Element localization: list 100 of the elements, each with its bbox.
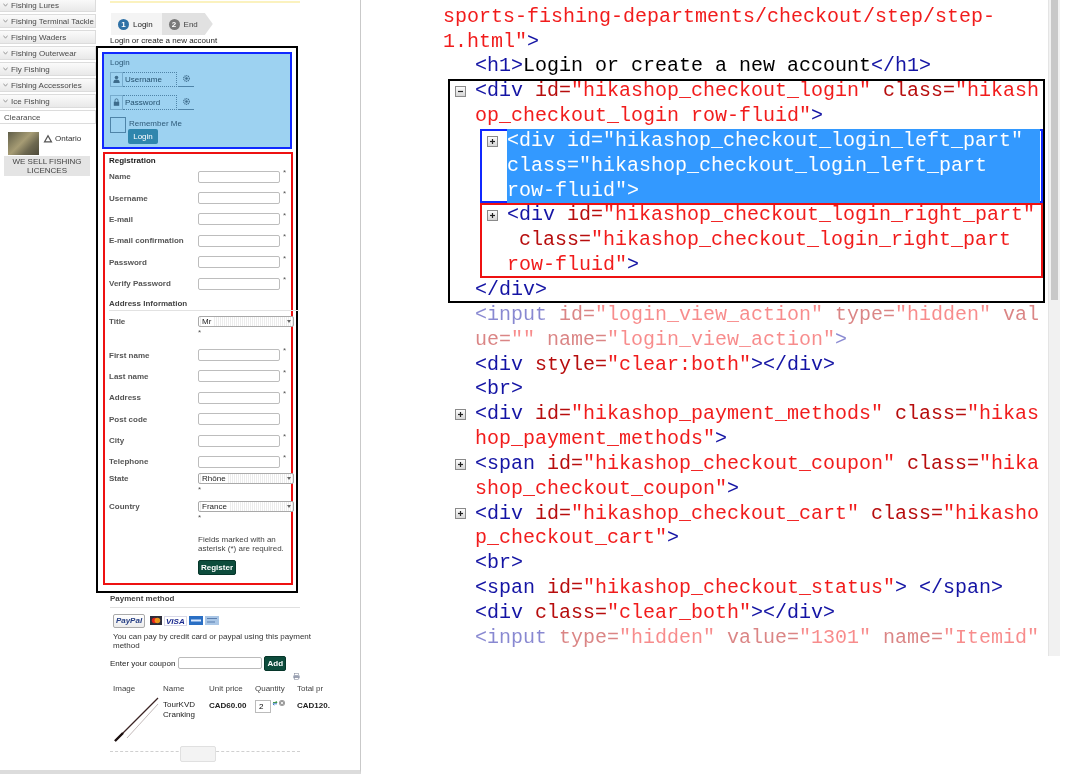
required-mark: * [283,368,287,377]
required-mark: * [283,190,287,199]
text-field[interactable] [198,349,280,362]
category-item[interactable]: Ice Fishing [0,94,96,108]
chevron-down-icon [3,3,8,7]
code-text[interactable]: </div> [475,277,547,303]
column-header: Unit price [209,683,243,694]
code-text[interactable]: <span id="hikashop_checkout_coupon" class="hika shop_checkout_coupon"> [475,451,1040,502]
refresh-icon[interactable] [272,699,278,706]
code-text[interactable]: <div style="clear:both"></div> [475,352,836,378]
step-number: 1 [118,18,129,30]
code-text[interactable]: <br> [475,377,523,403]
chevron-down-icon [3,51,8,55]
step-tab[interactable]: 1 Login [111,13,162,35]
required-mark: * [198,513,202,522]
text-field[interactable] [198,456,280,468]
gear-icon [182,74,190,82]
expand-icon[interactable] [455,508,466,520]
username-field[interactable]: Username [123,72,177,87]
register-button[interactable]: Register [198,559,236,575]
required-mark: * [283,432,287,441]
chevron-down-icon [3,19,8,23]
category-item[interactable]: Fishing Waders [0,30,96,44]
code-text[interactable]: <div id="hikashop_checkout_login_right_part" class="hikashop_checkout_login_right_part row-fluid"> [507,203,1036,278]
card-icon [150,616,162,626]
step-tab[interactable]: 2 End [161,13,213,35]
expand-icon[interactable] [455,409,466,421]
required-mark: * [283,347,287,356]
select-field[interactable]: France [198,500,294,512]
column-header: Quantity [255,683,285,694]
page-heading: Login or create a new account [110,36,218,46]
unit-price: CAD60.00 [209,700,247,710]
visa-card: VISA [164,615,187,626]
category-item[interactable]: Fly Fishing [0,62,96,76]
text-field[interactable] [198,256,280,269]
section-title: Address Information [109,299,299,312]
print-icon[interactable] [293,672,300,680]
field-label: First name [109,350,150,360]
logo-text: Ontario [55,134,82,143]
faded-button[interactable] [180,745,216,762]
chevron-down-icon [3,83,8,87]
password-field[interactable]: Password [123,95,177,110]
field-label: City [109,436,125,446]
text-field[interactable] [198,277,280,290]
code-text[interactable]: sports-fishing-departments/checkout/step/step- 1.html"> [443,4,996,55]
text-field[interactable] [198,391,280,404]
quantity-field[interactable]: 2 [255,699,271,713]
required-mark: * [198,329,202,338]
scrollbar-thumb[interactable] [1051,0,1058,300]
expand-icon[interactable] [455,458,466,470]
text-field[interactable] [198,170,280,183]
category-item[interactable]: Fishing Outerwear [0,46,96,60]
category-item[interactable]: Clearance [0,110,96,124]
login-button[interactable]: Login [128,129,158,144]
code-text[interactable]: <div id="hikashop_checkout_cart" class="hikasho p_checkout_cart"> [475,501,1040,552]
category-item[interactable]: Fishing Accessories [0,78,96,92]
coupon-field[interactable] [178,657,263,670]
code-text[interactable]: <div class="clear_both"></div> [475,600,836,626]
photo-placeholder [8,132,39,155]
remember-checkbox[interactable] [110,117,126,133]
text-field[interactable] [198,434,280,447]
field-label: Username [109,193,148,203]
code-text[interactable]: <h1>Login or create a new account</h1> [475,54,932,80]
text-field[interactable] [198,234,280,247]
required-mark: * [283,254,287,263]
required-mark: * [283,390,287,399]
add-button[interactable]: Add [264,655,287,671]
total-price: CAD120. [297,700,330,710]
field-label: E-mail [109,214,133,224]
expand-icon[interactable] [487,135,498,147]
code-text[interactable]: <div id="hikashop_payment_methods" class="hikas hop_payment_methods"> [475,402,1040,452]
field-label: Name [109,172,131,182]
field-label: Telephone [109,457,149,467]
chevron-down-icon [3,35,8,39]
text-field[interactable] [198,370,280,383]
code-text[interactable]: <br> [475,551,523,577]
chevron-down-icon [3,99,8,103]
code-text[interactable]: <span id="hikashop_checkout_status"> </span> [475,576,1004,601]
field-label: E-mail confirmation [109,236,184,246]
select-field[interactable]: Mr [198,316,294,328]
select-field[interactable]: Rhône [198,472,294,484]
field-label: Title [109,317,126,327]
collapse-icon[interactable] [455,86,466,98]
code-text[interactable]: <div id="hikashop_checkout_login" class="hikash op_checkout_login row-fluid"> [475,79,1040,129]
paypal-button[interactable]: PayPal [113,613,145,628]
text-field[interactable] [198,192,280,205]
text-field[interactable] [198,413,280,426]
remove-icon[interactable] [279,699,285,706]
field-label: Address [109,393,141,403]
caret-icon [287,476,291,480]
required-mark: * [283,275,287,284]
category-item[interactable]: Fishing Lures [0,0,96,12]
category-item[interactable]: Fishing Terminal Tackle [0,14,96,28]
text-field[interactable] [198,213,280,226]
field-label: Verify Password [109,279,171,289]
required-mark: * [283,169,287,177]
caret-icon [287,504,291,508]
required-mark: * [198,485,202,494]
expand-icon[interactable] [487,210,498,222]
gear-icon [182,97,190,105]
